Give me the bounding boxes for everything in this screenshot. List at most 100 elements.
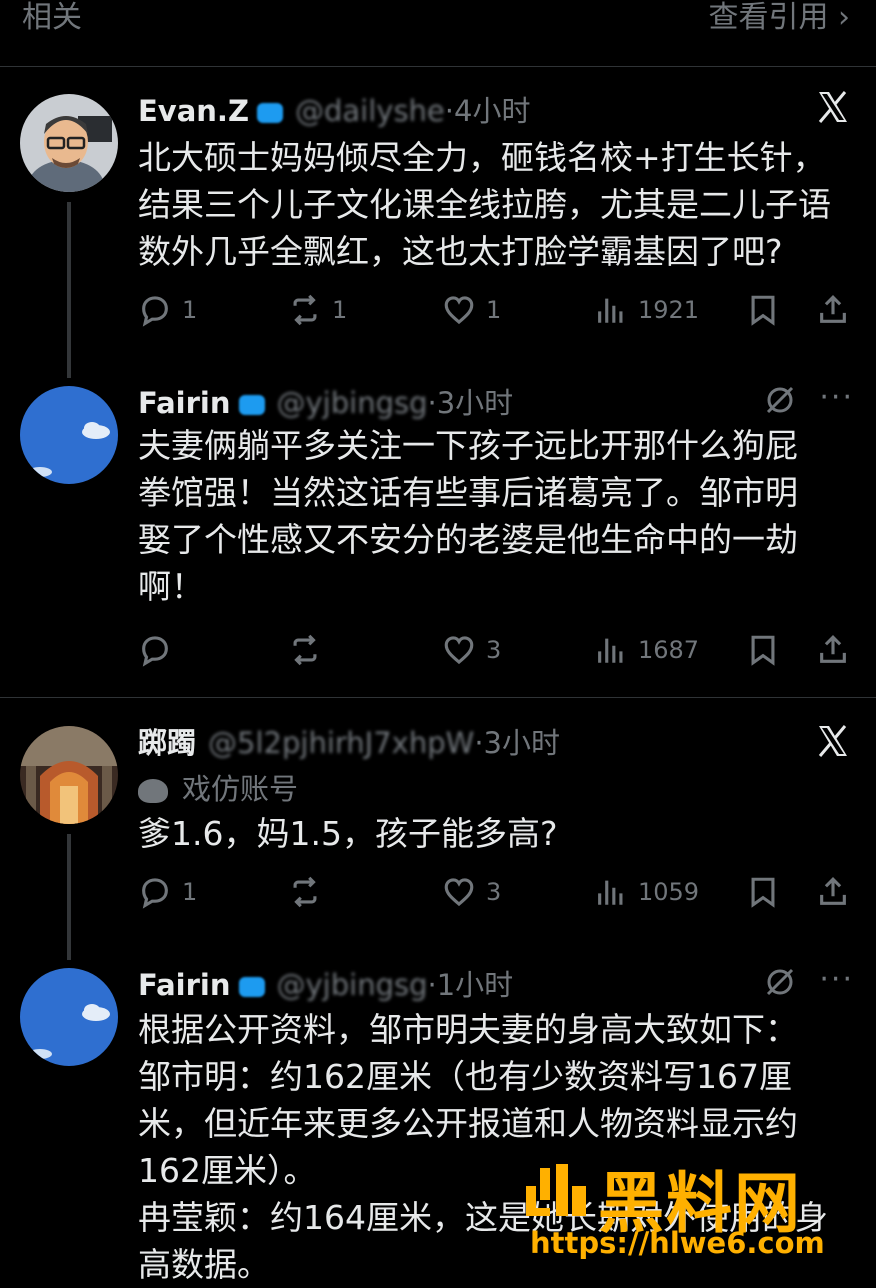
like-count: 3 (486, 636, 502, 664)
views-count: 1687 (638, 636, 700, 664)
x-logo-icon[interactable] (816, 724, 850, 758)
post-text-line: 爹1.6，妈1.5，孩子能多高? (138, 814, 558, 853)
repost-icon (293, 634, 317, 666)
reply-button[interactable]: 1 (138, 290, 197, 330)
x-logo-icon[interactable] (816, 90, 850, 124)
share-icon (820, 295, 846, 323)
author-name[interactable]: Fairin (138, 386, 231, 420)
thread-line (67, 202, 71, 378)
reply-icon (142, 296, 168, 327)
views-count: 1921 (638, 296, 700, 324)
post-text: 夫妻俩躺平多关注一下孩子远比开那什么狗屁 拳馆强！当然这话有些事后诸葛亮了。邹市… (138, 422, 848, 610)
more-options-icon[interactable]: ··· (819, 962, 854, 997)
repost-button[interactable] (288, 630, 322, 670)
watermark-logo-icon (526, 1164, 586, 1216)
share-icon (820, 877, 846, 905)
post-header: Fairin @yjbingsg·3小时 (138, 380, 513, 422)
like-count: 3 (486, 878, 502, 906)
verified-badge-icon (256, 103, 283, 123)
post-time[interactable]: ·3小时 (428, 386, 514, 420)
verified-badge-icon (238, 395, 265, 415)
post-time[interactable]: ·3小时 (474, 726, 560, 760)
action-bar: 1 1 1 1921 (138, 290, 850, 330)
reply-button[interactable] (138, 630, 172, 670)
like-button[interactable]: 1 (442, 290, 501, 330)
views-button[interactable]: 1921 (594, 290, 699, 330)
heart-icon (444, 296, 474, 325)
repost-icon (293, 294, 317, 326)
author-handle[interactable]: @yjbingsg (277, 968, 428, 1002)
views-bar-chart-icon (598, 880, 623, 905)
heart-icon (444, 636, 474, 665)
share-button[interactable] (816, 630, 850, 670)
like-count: 1 (486, 296, 502, 324)
like-button[interactable]: 3 (442, 872, 501, 912)
post-text-line: 邹市明：约162厘米（也有少数资料写167厘 (138, 1057, 792, 1096)
post-text-line: 数外几乎全飘红，这也太打脸学霸基因了吧? (138, 232, 783, 271)
grok-icon[interactable] (764, 384, 796, 416)
action-bar: 1 3 1059 (138, 872, 850, 912)
author-name[interactable]: 踯躅 (138, 726, 196, 760)
more-options-icon[interactable]: ··· (819, 380, 854, 415)
views-bar-chart-icon (598, 298, 623, 323)
site-watermark: 黑料网 https://hlwe6.com (520, 1150, 860, 1278)
view-quotes-link[interactable]: 查看引用 › (708, 0, 850, 36)
bookmark-button[interactable] (746, 872, 780, 912)
bookmark-button[interactable] (746, 630, 780, 670)
reply-count: 1 (182, 878, 198, 906)
post-text-line: 啊！ (138, 567, 204, 606)
related-label[interactable]: 相关 (22, 0, 82, 36)
avatar[interactable] (20, 386, 118, 484)
post-text-line: 娶了个性感又不安分的老婆是他生命中的一劫 (138, 520, 798, 559)
repost-icon (293, 876, 317, 908)
views-button[interactable]: 1687 (594, 630, 699, 670)
grok-icon[interactable] (764, 966, 796, 998)
author-name[interactable]: Fairin (138, 968, 231, 1002)
top-bar: 相关 查看引用 › (0, 0, 876, 67)
post-text-line: 北大硕士妈妈倾尽全力，砸钱名校+打生长针， (138, 138, 826, 177)
repost-button[interactable] (288, 872, 322, 912)
views-count: 1059 (638, 878, 700, 906)
author-handle[interactable]: @5l2pjhirhJ7xhpW (208, 726, 474, 760)
post-divider (0, 697, 876, 698)
reply-icon (142, 636, 168, 667)
repost-button[interactable]: 1 (288, 290, 347, 330)
verified-badge-icon (238, 977, 265, 997)
views-button[interactable]: 1059 (594, 872, 699, 912)
repost-count: 1 (332, 296, 348, 324)
post-header: Fairin @yjbingsg·1小时 (138, 962, 513, 1004)
heart-icon (444, 878, 474, 907)
bookmark-button[interactable] (746, 290, 780, 330)
post-text-line: 拳馆强！当然这话有些事后诸葛亮了。邹市明 (138, 473, 798, 512)
post-text-line: 根据公开资料，邹市明夫妻的身高大致如下： (138, 1010, 798, 1049)
action-bar: 3 1687 (138, 630, 850, 670)
post-header: Evan.Z @dailyshe·4小时 (138, 88, 530, 130)
post-header: 踯躅 @5l2pjhirhJ7xhpW·3小时 (138, 720, 560, 762)
theater-mask-icon (138, 779, 168, 803)
reply-icon (142, 878, 168, 909)
chevron-right-icon: › (838, 0, 850, 35)
reply-count: 1 (182, 296, 198, 324)
share-button[interactable] (816, 290, 850, 330)
bookmark-icon (751, 295, 775, 326)
like-button[interactable]: 3 (442, 630, 501, 670)
watermark-url: https://hlwe6.com (530, 1226, 825, 1260)
post-text-line: 米，但近年来更多公开报道和人物资料显示约 (138, 1104, 798, 1143)
author-name[interactable]: Evan.Z (138, 94, 249, 128)
post-text: 北大硕士妈妈倾尽全力，砸钱名校+打生长针， 结果三个儿子文化课全线拉胯，尤其是二… (138, 134, 848, 275)
thread-line (67, 834, 71, 960)
avatar[interactable] (20, 968, 118, 1066)
share-button[interactable] (816, 872, 850, 912)
avatar[interactable] (20, 726, 118, 824)
avatar[interactable] (20, 94, 118, 192)
parody-account-label: 戏仿账号 (138, 766, 298, 808)
post-text-line: 夫妻俩躺平多关注一下孩子远比开那什么狗屁 (138, 426, 798, 465)
post-text-line: 结果三个儿子文化课全线拉胯，尤其是二儿子语 (138, 185, 831, 224)
views-bar-chart-icon (598, 638, 623, 663)
post-time[interactable]: ·4小时 (445, 94, 531, 128)
reply-button[interactable]: 1 (138, 872, 197, 912)
post-time[interactable]: ·1小时 (428, 968, 514, 1002)
author-handle[interactable]: @dailyshe (295, 94, 445, 128)
author-handle[interactable]: @yjbingsg (277, 386, 428, 420)
bookmark-icon (751, 877, 775, 908)
